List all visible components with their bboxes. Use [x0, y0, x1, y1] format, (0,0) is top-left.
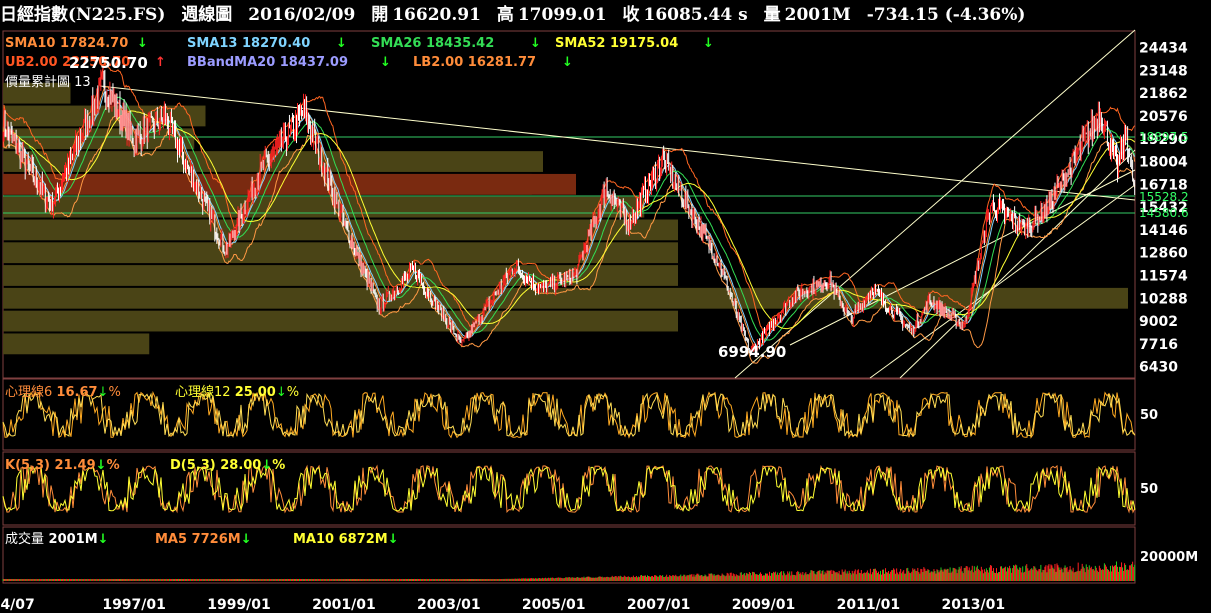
arrow-down-icon: ↓	[98, 385, 109, 400]
x-tick-label: 2013/01	[942, 597, 1006, 613]
arrow-down-icon: ↓	[562, 55, 573, 70]
svg-text:心理線12 25.00↓%: 心理線12 25.00↓%	[175, 384, 299, 400]
psy12-value: 25.00	[235, 385, 276, 400]
y-tick-label: 21862	[1139, 86, 1188, 102]
legend-sma13: SMA13 18270.40	[187, 36, 310, 51]
legend-sma10: SMA10 17824.70	[5, 36, 128, 51]
x-tick-label: 2011/01	[837, 597, 901, 613]
x-tick-label: 1994/07	[0, 597, 35, 613]
level-label-3: 14580.6	[1139, 206, 1189, 220]
kd-unit: %	[272, 458, 285, 473]
y-tick-label: 14146	[1139, 223, 1188, 239]
legend-lb: LB2.00 16281.77	[413, 55, 536, 70]
psy6-line	[2, 390, 1136, 440]
arrow-down-icon: ↓	[96, 458, 107, 473]
svg-text:D(5,3) 28.00↓%: D(5,3) 28.00↓%	[170, 458, 285, 473]
level-labels: 18897.5 15528.2 14580.6	[1139, 130, 1189, 220]
psy-unit: %	[287, 385, 299, 400]
psy12-line	[2, 392, 1136, 438]
vol-axis-label: 20000M	[1140, 550, 1198, 565]
svg-text:心理線6 16.67↓%: 心理線6 16.67↓%	[5, 384, 121, 400]
k-value: 21.49	[55, 458, 96, 473]
ma10-label: MA10	[293, 532, 334, 547]
y-tick-label: 10288	[1139, 291, 1188, 307]
arrow-down-icon: ↓	[388, 532, 399, 547]
profile-bar	[3, 196, 645, 218]
y-tick-label: 6430	[1139, 360, 1178, 376]
y-tick-label: 18004	[1139, 155, 1188, 171]
d-value: 28.00	[220, 458, 261, 473]
svg-text:成交量 2001M↓: 成交量 2001M↓	[5, 531, 109, 547]
y-tick-label: 7716	[1139, 337, 1178, 353]
y-tick-label: 9002	[1139, 314, 1178, 330]
profile-bar	[3, 333, 150, 355]
x-tick-label: 1997/01	[102, 597, 166, 613]
x-tick-label: 1999/01	[207, 597, 271, 613]
profile-bar	[3, 310, 678, 332]
arrow-down-icon: ↓	[530, 36, 541, 51]
x-tick-label: 2001/01	[312, 597, 376, 613]
legend-sma26: SMA26 18435.42	[371, 36, 494, 51]
volume-legend: 成交量 2001M↓ MA5 7726M↓ MA10 6872M↓ 20000M	[5, 531, 1198, 565]
trend-line	[899, 149, 1136, 379]
arrow-down-icon: ↓	[261, 458, 272, 473]
arrow-down-icon: ↓	[241, 532, 252, 547]
arrow-down-icon: ↓	[336, 36, 347, 51]
svg-text:MA5 7726M↓: MA5 7726M↓	[155, 532, 252, 547]
d-label: D(5,3)	[170, 458, 216, 473]
psy-panel	[2, 378, 1136, 451]
x-tick-label: 2005/01	[522, 597, 586, 613]
high-annotation: 22750.70	[69, 54, 148, 72]
ma5-value: 7726M	[192, 532, 241, 547]
x-tick-label: 2009/01	[732, 597, 796, 613]
arrow-down-icon: ↓	[276, 385, 287, 400]
legend-profile: 價量累計圖 13	[5, 74, 91, 90]
legend-bbandma: BBandMA20 18437.09	[187, 55, 348, 70]
y-tick-label: 12860	[1139, 246, 1188, 262]
level-label-1: 18897.5	[1139, 130, 1189, 144]
x-tick-label: 2007/01	[627, 597, 691, 613]
psy-axis-label: 50	[1140, 408, 1158, 423]
vol-label: 成交量	[5, 531, 44, 547]
low-annotation: 6994.90	[718, 343, 786, 361]
arrow-down-icon: ↓	[98, 532, 109, 547]
ma5-label: MA5	[155, 532, 187, 547]
x-axis: 1994/07 1997/01 1999/01 2001/01 2003/01 2005/…	[0, 597, 1005, 613]
trend-line	[869, 184, 1136, 379]
arrow-down-icon: ↓	[137, 36, 148, 51]
y-tick-label: 20576	[1139, 109, 1188, 125]
y-tick-label: 24434	[1139, 41, 1188, 57]
psy-unit: %	[108, 385, 120, 400]
profile-bar	[3, 242, 678, 264]
psy12-label: 心理線12	[175, 384, 231, 400]
profile-bar-highlight	[3, 173, 576, 195]
legend-sma52: SMA52 19175.04	[555, 36, 678, 51]
k-label: K(5,3)	[5, 458, 50, 473]
arrow-down-icon: ↓	[703, 36, 714, 51]
kd-axis-label: 50	[1140, 482, 1158, 497]
svg-text:K(5,3) 21.49↓%: K(5,3) 21.49↓%	[5, 458, 120, 473]
svg-text:MA10 6872M↓: MA10 6872M↓	[293, 532, 399, 547]
profile-bar	[3, 219, 678, 241]
kd-unit: %	[107, 458, 120, 473]
y-tick-label: 11574	[1139, 268, 1188, 284]
vol-value: 2001M	[49, 532, 98, 547]
arrow-down-icon: ↓	[380, 55, 391, 70]
level-label-2: 15528.2	[1139, 190, 1189, 204]
profile-bar	[3, 128, 195, 150]
profile-bar	[3, 287, 1128, 309]
psy-lines	[2, 390, 1136, 440]
arrow-up-icon: ↑	[155, 55, 166, 70]
x-tick-label: 2003/01	[417, 597, 481, 613]
psy6-label: 心理線6	[5, 384, 52, 400]
ma10-value: 6872M	[339, 532, 388, 547]
price-chart[interactable]: 2443423148218622057619290180041671815432…	[0, 0, 1211, 613]
y-tick-label: 23148	[1139, 63, 1188, 79]
volume-bars	[2, 561, 1136, 581]
psy6-value: 16.67	[56, 385, 97, 400]
